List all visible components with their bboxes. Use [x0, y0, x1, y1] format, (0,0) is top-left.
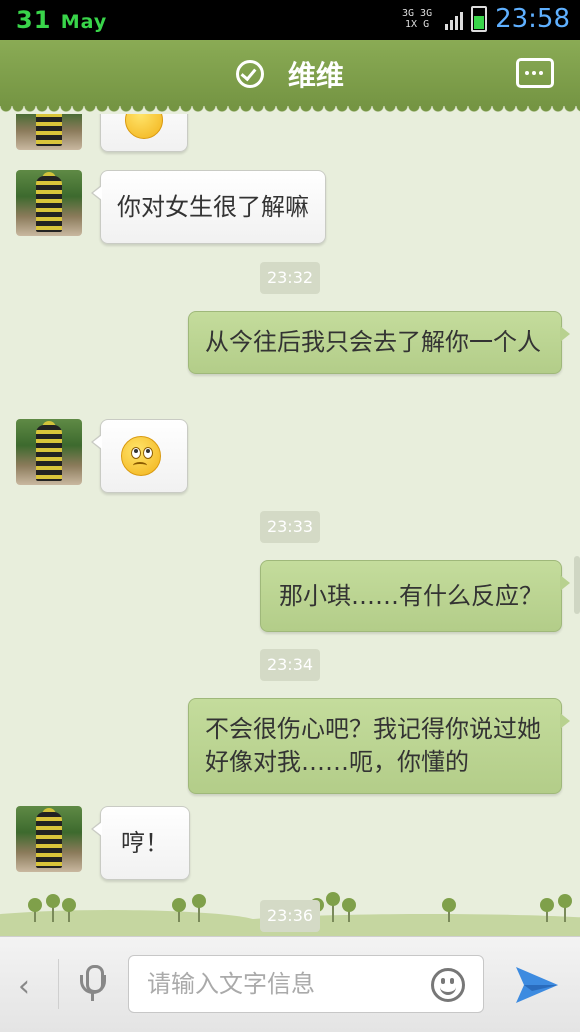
message-text: 你对女生很了解嘛: [117, 193, 309, 221]
chat-area[interactable]: 你对女生很了解嘛 23:32 从今往后我只会去了解你一个人 23:33 那小琪……: [0, 114, 580, 936]
contact-name: 维维: [287, 59, 344, 92]
status-bar: 31 May 3G 3G 1X G 23:58: [0, 0, 580, 40]
signal-icon: [445, 8, 464, 30]
timestamp: 23:34: [260, 649, 320, 681]
thinking-emoji-icon: [121, 436, 161, 476]
check-circle-icon: [236, 60, 265, 88]
contact-avatar[interactable]: [16, 170, 82, 236]
status-date: 31 May: [16, 6, 107, 34]
dot-icon: [525, 71, 529, 75]
status-time: 23:58: [495, 4, 570, 34]
ground-decoration: 23:36: [0, 880, 580, 936]
contact-avatar[interactable]: [16, 114, 82, 150]
chat-header: 维维: [0, 40, 580, 106]
message-input[interactable]: 请输入文字信息: [128, 955, 484, 1013]
message-bubble-left[interactable]: 哼！: [91, 806, 190, 880]
chevron-left-icon[interactable]: ‹: [18, 969, 30, 1004]
timestamp: 23:36: [260, 900, 320, 932]
contact-avatar[interactable]: [16, 806, 82, 872]
dot-icon: [532, 71, 536, 75]
status-icons: 3G 3G 1X G 23:58: [397, 4, 570, 34]
microphone-icon[interactable]: [80, 963, 106, 1003]
divider: [58, 959, 59, 1009]
contact-avatar[interactable]: [16, 419, 82, 485]
message-input-placeholder: 请输入文字信息: [147, 970, 315, 998]
message-bubble-right[interactable]: 从今往后我只会去了解你一个人: [188, 311, 570, 374]
header-scallop-edge: [0, 106, 580, 114]
emoji-icon: [125, 114, 163, 139]
battery-icon: [471, 6, 488, 32]
timestamp: 23:32: [260, 262, 320, 294]
message-text: 哼！: [121, 829, 169, 857]
smiley-icon[interactable]: [431, 968, 465, 1002]
timestamp: 23:33: [260, 511, 320, 543]
status-date-day: 31: [16, 6, 52, 34]
message-bubble-right[interactable]: 那小琪……有什么反应？: [260, 560, 570, 632]
message-bubble-right[interactable]: 不会很伤心吧？我记得你说过她好像对我……呃，你懂的: [188, 698, 570, 794]
more-options-button[interactable]: [516, 58, 554, 88]
network-type-label: 3G 3G 1X G: [402, 8, 433, 30]
message-text: 从今往后我只会去了解你一个人: [205, 328, 541, 356]
chat-title: 维维: [0, 54, 580, 94]
status-date-month: May: [60, 11, 108, 33]
message-bubble-left[interactable]: [91, 114, 188, 152]
message-text: 那小琪……有什么反应？: [279, 582, 543, 610]
message-bubble-left[interactable]: 你对女生很了解嘛: [91, 170, 326, 244]
input-bar: ‹ 请输入文字信息: [0, 936, 580, 1032]
scrollbar[interactable]: [574, 556, 580, 614]
send-icon[interactable]: [514, 965, 560, 1005]
dot-icon: [539, 71, 543, 75]
message-text: 不会很伤心吧？我记得你说过她好像对我……呃，你懂的: [205, 715, 541, 776]
message-bubble-left[interactable]: [91, 419, 188, 493]
